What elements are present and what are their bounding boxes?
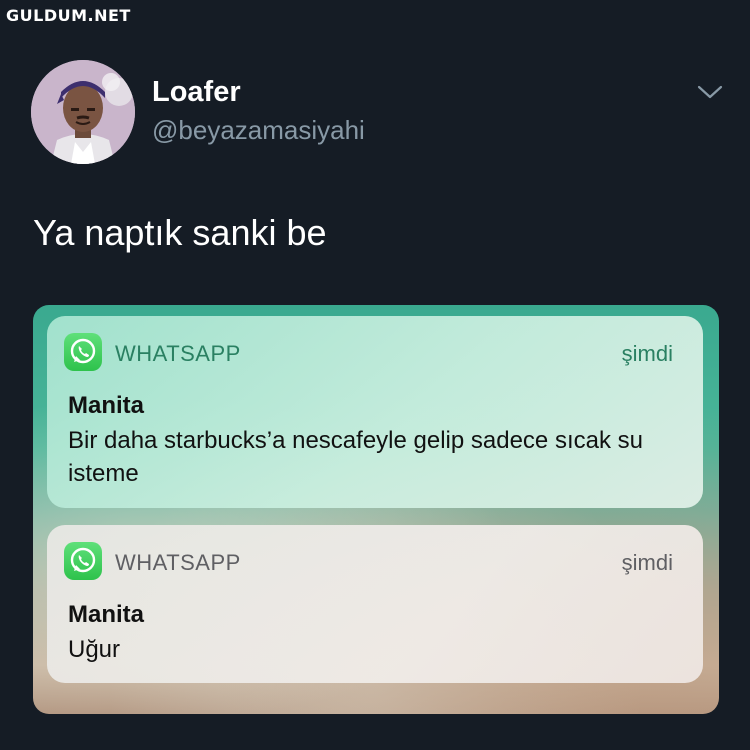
notification-sender: Manita xyxy=(68,392,145,419)
notification-app-name: WHATSAPP xyxy=(115,341,241,366)
chevron-down-icon[interactable] xyxy=(697,82,723,102)
tweet-media-image[interactable]: WHATSAPP şimdi Manita Bir daha starbucks… xyxy=(33,305,719,714)
notification-card[interactable]: WHATSAPP şimdi Manita Uğur xyxy=(47,525,703,683)
notification-app-name: WHATSAPP xyxy=(115,550,241,575)
notification-message: Uğur xyxy=(68,636,121,663)
avatar-illustration xyxy=(31,60,135,164)
notification-time: şimdi xyxy=(621,550,673,575)
tweet-text: Ya naptık sanki be xyxy=(33,212,327,253)
avatar[interactable] xyxy=(31,60,135,164)
notification-time: şimdi xyxy=(621,341,673,366)
notification-sender: Manita xyxy=(68,601,145,628)
user-handle[interactable]: @beyazamasiyahi xyxy=(152,115,365,146)
notification-message: Bir daha starbucks’a nescafeyle gelip sa… xyxy=(68,427,643,487)
tweet-screenshot: GULDUM.NET Loafer @beyazamasiyahi Ya nap… xyxy=(0,0,750,750)
notification-card[interactable]: WHATSAPP şimdi Manita Bir daha starbucks… xyxy=(47,316,703,508)
whatsapp-icon xyxy=(64,542,102,580)
whatsapp-icon xyxy=(64,333,102,371)
watermark: GULDUM.NET xyxy=(6,6,131,25)
display-name[interactable]: Loafer xyxy=(152,76,241,109)
